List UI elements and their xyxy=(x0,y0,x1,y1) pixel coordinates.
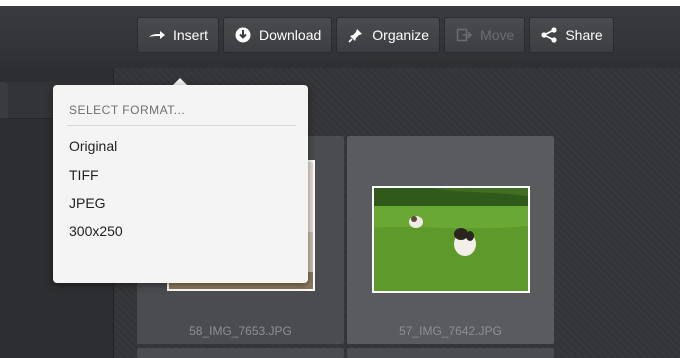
format-option-tiff[interactable]: TIFF xyxy=(69,167,99,183)
photo-filename: 57_IMG_7642.JPG xyxy=(399,324,502,338)
share-button[interactable]: Share xyxy=(529,17,614,53)
photo-filename: 58_IMG_7653.JPG xyxy=(189,324,292,338)
format-option-jpeg[interactable]: JPEG xyxy=(69,195,106,211)
download-button[interactable]: Download xyxy=(223,17,333,53)
arrow-right-icon xyxy=(148,26,166,44)
insert-label: Insert xyxy=(173,27,209,43)
share-label: Share xyxy=(565,27,603,43)
action-toolbar: Insert Download Organize Move Share xyxy=(137,17,614,53)
format-option-original[interactable]: Original xyxy=(69,138,117,154)
photo-tile[interactable] xyxy=(137,348,344,358)
format-option-300x250[interactable]: 300x250 xyxy=(69,223,123,239)
format-menu-title: SELECT FORMAT... xyxy=(69,103,186,117)
left-panel-tab[interactable] xyxy=(0,82,8,118)
move-icon xyxy=(455,26,473,44)
organize-label: Organize xyxy=(372,27,430,43)
format-menu-divider xyxy=(67,125,296,126)
share-icon xyxy=(540,26,558,44)
photo-tile[interactable]: 57_IMG_7642.JPG xyxy=(347,136,554,344)
move-button[interactable]: Move xyxy=(444,17,526,53)
move-label: Move xyxy=(480,27,515,43)
organize-button[interactable]: Organize xyxy=(336,17,441,53)
download-label: Download xyxy=(259,27,322,43)
photo-thumbnail[interactable] xyxy=(372,186,530,293)
format-menu: SELECT FORMAT... Original TIFF JPEG 300x… xyxy=(53,85,308,283)
photo-tile[interactable] xyxy=(347,348,554,358)
pin-icon xyxy=(347,26,365,44)
download-circle-icon xyxy=(234,26,252,44)
insert-button[interactable]: Insert xyxy=(137,17,220,53)
